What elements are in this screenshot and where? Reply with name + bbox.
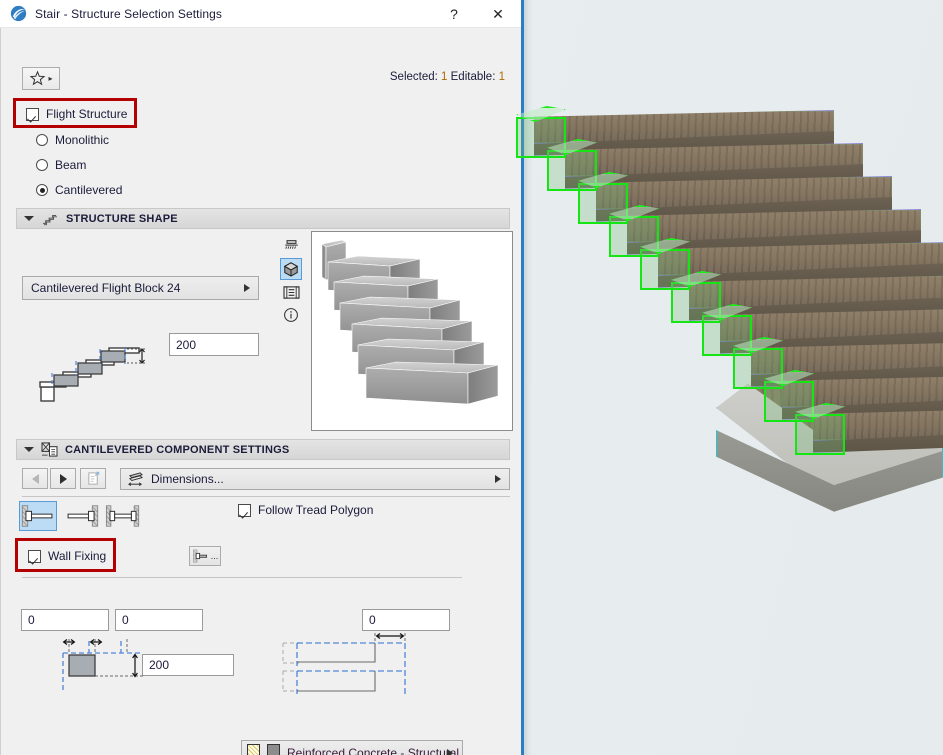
fixing-left-button[interactable]: [19, 501, 57, 531]
fixing-both-icon: [105, 505, 140, 527]
arrow-left-icon: [31, 473, 39, 484]
selection-status: Selected: 1 Editable: 1: [389, 71, 505, 83]
component-section-diagram-right: [282, 633, 406, 694]
chevron-down-icon-2[interactable]: [24, 447, 34, 452]
help-button[interactable]: ?: [433, 0, 475, 28]
cantilevered-component-icon: [41, 442, 58, 457]
section-view-button[interactable]: [280, 235, 302, 257]
next-component-button[interactable]: [50, 468, 76, 489]
offset-right-value: 0: [122, 613, 129, 627]
star-icon: [30, 70, 46, 86]
radio-monolithic[interactable]: Monolithic: [36, 133, 109, 147]
chevron-right-icon-3: [447, 748, 453, 755]
3d-view-button[interactable]: [280, 258, 302, 280]
follow-tread-polygon-row[interactable]: Follow Tread Polygon: [238, 503, 373, 517]
wall-fixing-row[interactable]: Wall Fixing: [28, 549, 106, 563]
component-section-diagram-left: [62, 639, 143, 693]
hatch-swatch-icon: [247, 743, 260, 755]
prev-component-button[interactable]: [22, 468, 48, 489]
side-offset-input[interactable]: 0: [362, 609, 450, 631]
cantilevered-steps-diagram: [39, 347, 145, 402]
section-title-cantilevered-component: CANTILEVERED COMPONENT SETTINGS: [65, 443, 290, 456]
arrow-right-icon: [59, 473, 67, 484]
material-dropdown[interactable]: Reinforced Concrete - Structural: [241, 740, 463, 755]
radio-beam[interactable]: Beam: [36, 158, 86, 172]
wall-fixing-label: Wall Fixing: [48, 549, 107, 563]
material-label: Reinforced Concrete - Structural: [287, 745, 460, 755]
edit-component-button[interactable]: [80, 468, 106, 489]
fixing-left-icon: [21, 505, 53, 527]
radio-monolithic-control[interactable]: [36, 134, 48, 146]
fixing-both-button[interactable]: [104, 501, 142, 531]
fixing-right-button[interactable]: [63, 501, 101, 531]
radio-cantilevered[interactable]: Cantilevered: [36, 183, 122, 197]
divider-2: [22, 577, 462, 578]
solid-swatch-icon: [267, 743, 280, 755]
list-view-icon: [282, 285, 300, 299]
radio-beam-label: Beam: [55, 158, 87, 172]
selected-count: 1: [441, 71, 448, 83]
radio-cantilevered-control[interactable]: [36, 184, 48, 196]
archicad-logo-icon: [10, 5, 27, 22]
flight-block-dropdown[interactable]: Cantilevered Flight Block 24: [22, 276, 259, 300]
radio-beam-control[interactable]: [36, 159, 48, 171]
chevron-down-icon[interactable]: [24, 216, 34, 221]
favorites-arrow-icon: ▸: [48, 74, 53, 83]
3d-preview-cantilevered-stair: [321, 239, 499, 405]
list-view-button[interactable]: [280, 281, 302, 303]
info-button[interactable]: [280, 304, 302, 326]
flight-structure-checkbox[interactable]: [26, 107, 39, 121]
info-icon: [284, 308, 298, 322]
dialog-title: Stair - Structure Selection Settings: [35, 6, 223, 21]
flight-structure-checkbox-row[interactable]: Flight Structure: [26, 107, 127, 121]
dimensions-icon: [128, 471, 143, 486]
edit-component-icon: [87, 471, 99, 485]
section-title-structure-shape: STRUCTURE SHAPE: [66, 212, 178, 225]
structure-preview[interactable]: [311, 231, 513, 431]
offset-left-value: 0: [28, 613, 35, 627]
fixing-right-icon: [67, 505, 99, 527]
dialog-titlebar[interactable]: Stair - Structure Selection Settings ? ✕: [0, 0, 521, 28]
wall-fixing-options-icon: [192, 549, 207, 563]
dimensions-value: Dimensions...: [151, 472, 224, 486]
flight-structure-label: Flight Structure: [46, 107, 128, 121]
stair-shape-icon: [43, 214, 57, 225]
section-view-icon: [284, 240, 298, 249]
section-header-cantilevered-component[interactable]: CANTILEVERED COMPONENT SETTINGS: [16, 439, 510, 460]
offset-left-input[interactable]: 0: [21, 609, 109, 631]
radio-cantilevered-label: Cantilevered: [55, 183, 123, 197]
dimensions-dropdown[interactable]: Dimensions...: [120, 468, 510, 490]
close-button[interactable]: ✕: [477, 0, 519, 28]
divider-1: [22, 496, 510, 497]
side-offset-value: 0: [369, 613, 376, 627]
3d-view-icon: [283, 262, 299, 277]
radio-monolithic-label: Monolithic: [55, 133, 110, 147]
favorites-button[interactable]: ▸: [22, 67, 60, 90]
structure-thickness-value: 200: [176, 337, 197, 352]
wall-fixing-options-button[interactable]: ...: [189, 546, 221, 566]
structure-thickness-input[interactable]: 200: [169, 333, 259, 356]
flight-block-value: Cantilevered Flight Block 24: [31, 281, 181, 295]
chevron-right-icon-2: [495, 475, 501, 483]
section-header-structure-shape[interactable]: STRUCTURE SHAPE: [16, 208, 510, 229]
offset-right-input[interactable]: 0: [115, 609, 203, 631]
follow-tread-polygon-label: Follow Tread Polygon: [258, 503, 374, 517]
editable-count: 1: [498, 71, 505, 83]
wall-fixing-checkbox[interactable]: [28, 549, 41, 563]
follow-tread-polygon-checkbox[interactable]: [238, 503, 251, 517]
wall-fixing-options-label: ...: [210, 551, 219, 561]
settings-dialog: Stair - Structure Selection Settings ? ✕…: [0, 0, 524, 755]
chevron-right-icon: [244, 284, 250, 292]
